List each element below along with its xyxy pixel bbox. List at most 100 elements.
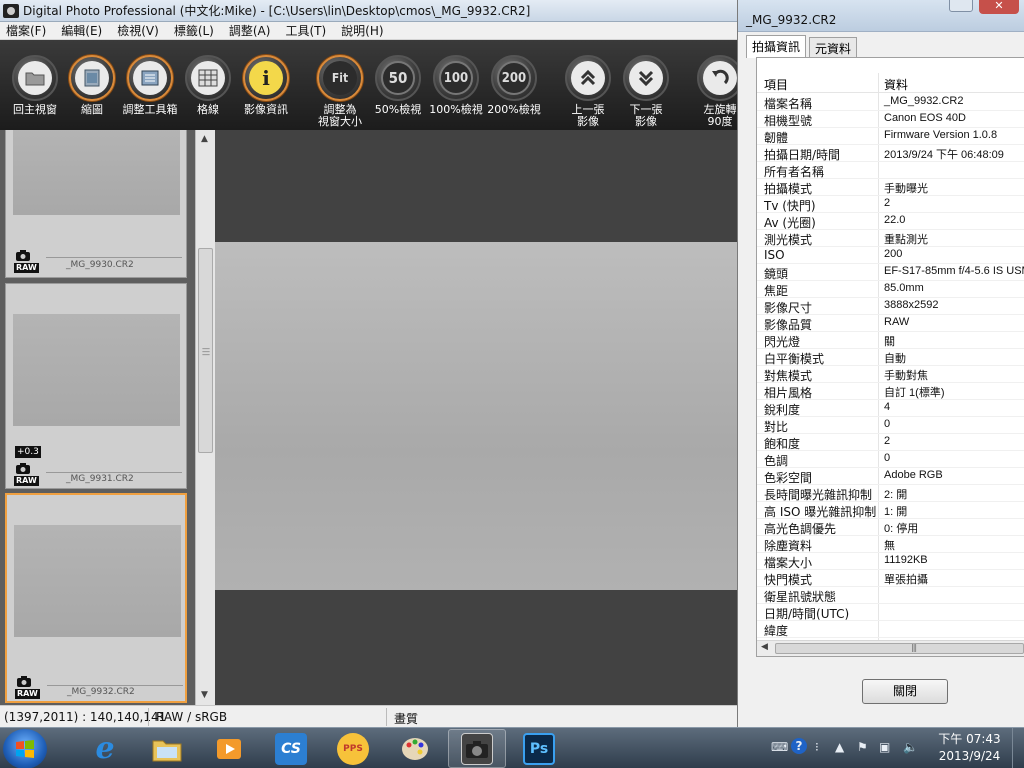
table-row[interactable]: 所有者名稱 [757,162,1024,179]
paint-palette-icon [399,733,431,765]
scrollbar-thumb[interactable]: ||| [775,643,1024,654]
table-row[interactable]: 長時間曝光雜訊抑制 2: 開 [757,485,1024,502]
rotate-left-button[interactable]: 左旋轉 90度 [688,40,740,130]
toolbox-button[interactable]: 調整工具箱 [118,40,182,130]
menu-adjust[interactable]: 調整(A) [229,22,271,39]
column-header-item[interactable]: 項目 [764,76,788,93]
table-row[interactable]: 韌體 Firmware Version 1.0.8 [757,128,1024,145]
table-row[interactable]: 閃光燈 關 [757,332,1024,349]
menu-file[interactable]: 檔案(F) [6,22,46,39]
help-icon[interactable]: ? [791,738,807,754]
table-row[interactable]: Tv (快門) 2 [757,196,1024,213]
menu-view[interactable]: 檢視(V) [117,22,159,39]
taskbar-dpp[interactable] [448,729,506,768]
table-row[interactable]: ISO 200 [757,247,1024,264]
table-row[interactable]: 色調 0 [757,451,1024,468]
taskbar-cs[interactable]: CS [262,729,320,768]
taskbar-clock[interactable]: 下午 07:43 2013/9/24 [932,731,1007,765]
grid-button[interactable]: 格線 [176,40,240,130]
table-row[interactable]: 高 ISO 曝光雜訊抑制 1: 開 [757,502,1024,519]
taskbar-photoshop[interactable]: Ps [510,729,568,768]
previous-image-button[interactable]: 上一張 影像 [556,40,620,130]
table-row[interactable]: 日期/時間(UTC) [757,604,1024,621]
taskbar-explorer[interactable] [138,729,196,768]
menu-tools[interactable]: 工具(T) [285,22,326,39]
network-icon[interactable]: ▣ [879,740,890,754]
scroll-up-arrow-icon[interactable]: ▲ [201,134,208,144]
table-row[interactable]: 檔案名稱 _MG_9932.CR2 [757,94,1024,111]
table-row[interactable]: 衛星訊號狀態 [757,587,1024,604]
info-key: 飽和度 [764,437,801,451]
menu-label[interactable]: 標籤(L) [174,22,214,39]
table-row[interactable]: 測光模式 重點測光 [757,230,1024,247]
zoom-200-button[interactable]: 200 200%檢視 [482,40,546,130]
table-row[interactable]: 高光色調優先 0: 停用 [757,519,1024,536]
table-row[interactable]: 相機型號 Canon EOS 40D [757,111,1024,128]
table-row[interactable]: 拍攝日期/時間 2013/9/24 下午 06:48:09 [757,145,1024,162]
main-window-button[interactable]: 回主視窗 [3,40,67,130]
volume-icon[interactable]: 🔈 [903,740,918,754]
next-image-button[interactable]: 下一張 影像 [614,40,678,130]
table-row[interactable]: 對比 0 [757,417,1024,434]
show-hidden-icons-icon[interactable]: ▲ [835,740,844,754]
fit-window-button[interactable]: Fit 調整為 視窗大小 [308,40,372,130]
thumbnail-panel: RAW _MG_9930.CR2 +0.3 RAW _MG_9931.CR2 R… [0,130,195,705]
table-row[interactable]: 拍攝模式 手動曝光 [757,179,1024,196]
quality-label: 畫質 [394,712,419,726]
info-value: 2: 開 [884,489,908,501]
zoom-100-button[interactable]: 100 100%檢視 [424,40,488,130]
column-header-data[interactable]: 資料 [884,76,908,93]
tab-metadata[interactable]: 元資料 [809,37,858,57]
tab-shooting-info[interactable]: 拍攝資訊 [746,35,807,58]
table-row[interactable]: 鏡頭 EF-S17-85mm f/4-5.6 IS USM [757,264,1024,281]
scroll-down-arrow-icon[interactable]: ▼ [201,690,208,700]
thumbnail-button[interactable]: 縮圖 [60,40,124,130]
scrollbar-thumb[interactable]: — — — [198,248,213,453]
app-title-bar[interactable]: Digital Photo Professional (中文化:Mike) - … [0,0,740,22]
pixel-coordinates: (1397,2011) : 140,140,141 [4,710,167,724]
taskbar-ie[interactable]: e [76,729,134,768]
table-row[interactable]: 白平衡模式 自動 [757,349,1024,366]
image-viewer[interactable] [215,130,740,705]
close-button[interactable]: 關閉 [862,679,948,704]
taskbar-media-player[interactable] [200,729,258,768]
thumbnail-item-selected[interactable]: RAW _MG_9932.CR2 [5,493,187,703]
ime-icon[interactable]: ⁝ [815,740,819,754]
table-row[interactable]: 對焦模式 手動對焦 [757,366,1024,383]
table-row[interactable]: 快門模式 單張拍攝 [757,570,1024,587]
table-row[interactable]: 相片風格 自訂 1(標準) [757,383,1024,400]
thumbnail-item[interactable]: RAW _MG_9930.CR2 [5,130,187,278]
zoom-50-button[interactable]: 50 50%檢視 [366,40,430,130]
menu-edit[interactable]: 編輯(E) [61,22,102,39]
taskbar-pps[interactable]: PPS [324,729,382,768]
minimize-icon[interactable] [949,0,973,12]
info-value: 手動對焦 [884,370,928,382]
table-row[interactable]: 色彩空間 Adobe RGB [757,468,1024,485]
dialog-title-bar[interactable]: _MG_9932.CR2 ✕ [738,0,1024,32]
info-value: 自動 [884,353,906,365]
table-row[interactable]: 影像尺寸 3888x2592 [757,298,1024,315]
show-desktop-button[interactable] [1012,728,1024,768]
image-info-button[interactable]: i 影像資訊 [234,40,298,130]
info-horizontal-scrollbar[interactable]: ◀ ||| [757,640,1024,656]
table-row[interactable]: 影像品質 RAW [757,315,1024,332]
scroll-left-arrow-icon[interactable]: ◀ [761,642,768,652]
thumbnail-filename: _MG_9931.CR2 [66,474,134,484]
taskbar-paint[interactable] [386,729,444,768]
start-button[interactable] [3,729,47,768]
thumbnail-scrollbar[interactable]: ▲ — — — ▼ [195,130,215,705]
action-center-icon[interactable]: ⚑ [857,740,868,754]
table-row[interactable]: 飽和度 2 [757,434,1024,451]
menu-help[interactable]: 說明(H) [341,22,383,39]
table-row[interactable]: 檔案大小 11192KB [757,553,1024,570]
info-value: 2013/9/24 下午 06:48:09 [884,149,1004,161]
close-icon[interactable]: ✕ [979,0,1019,14]
table-row[interactable]: Av (光圈) 22.0 [757,213,1024,230]
keyboard-icon[interactable]: ⌨ [771,740,788,754]
table-row[interactable]: 銳利度 4 [757,400,1024,417]
table-row[interactable]: 緯度 [757,621,1024,638]
table-row[interactable]: 除塵資料 無 [757,536,1024,553]
thumbnail-item[interactable]: +0.3 RAW _MG_9931.CR2 [5,283,187,489]
info-key: Tv (快門) [764,199,816,213]
table-row[interactable]: 焦距 85.0mm [757,281,1024,298]
